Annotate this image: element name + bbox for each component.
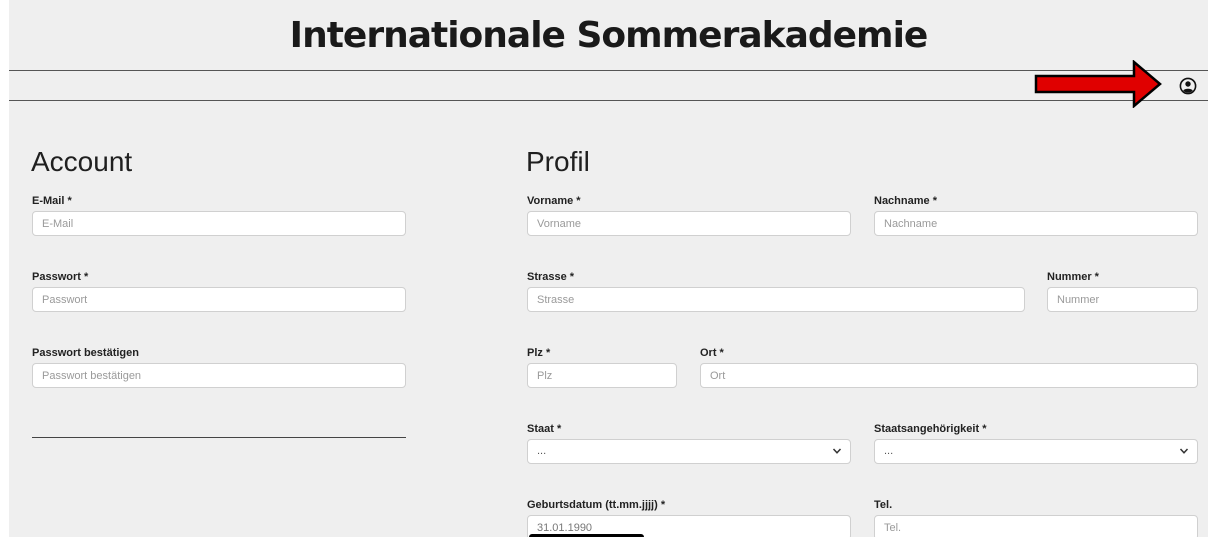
nachname-field[interactable] (874, 211, 1198, 236)
account-heading: Account (31, 146, 133, 177)
header-rule-bottom (9, 100, 1208, 101)
nummer-field[interactable] (1047, 287, 1198, 312)
ort-field[interactable] (700, 363, 1198, 388)
strasse-label: Strasse * (527, 271, 575, 283)
plz-label: Plz * (527, 347, 551, 359)
red-arrow-icon (1034, 60, 1162, 108)
profil-heading: Profil (526, 146, 590, 177)
tel-field[interactable] (874, 515, 1198, 537)
vorname-label: Vorname * (527, 195, 581, 207)
vorname-field[interactable] (527, 211, 851, 236)
password-confirm-label: Passwort bestätigen (32, 347, 139, 359)
account-divider (32, 437, 406, 438)
staat-select-value: ... (537, 445, 547, 457)
user-account-button[interactable] (1179, 77, 1197, 95)
staat-select[interactable]: ... (527, 439, 851, 464)
plz-field[interactable] (527, 363, 677, 388)
strasse-field[interactable] (527, 287, 1025, 312)
staatsangehoerigkeit-label: Staatsangehörigkeit * (874, 423, 987, 435)
page-title: Internationale Sommerakademie (289, 15, 929, 56)
geburtsdatum-label: Geburtsdatum (tt.mm.jjjj) * (527, 499, 666, 511)
staatsangehoerigkeit-select-value: ... (884, 445, 894, 457)
nummer-label: Nummer * (1047, 271, 1099, 283)
user-circle-icon (1179, 77, 1197, 95)
password-confirm-field[interactable] (32, 363, 406, 388)
tel-label: Tel. (874, 499, 893, 511)
staat-label: Staat * (527, 423, 562, 435)
email-label: E-Mail * (32, 195, 72, 207)
ort-label: Ort * (700, 347, 724, 359)
chevron-down-icon (1179, 448, 1189, 454)
nachname-label: Nachname * (874, 195, 937, 207)
email-field[interactable] (32, 211, 406, 236)
header-rule-top (9, 70, 1208, 71)
app-window: Internationale Sommerakademie Account E-… (9, 0, 1208, 537)
staatsangehoerigkeit-select[interactable]: ... (874, 439, 1198, 464)
password-field[interactable] (32, 287, 406, 312)
chevron-down-icon (832, 448, 842, 454)
password-label: Passwort * (32, 271, 89, 283)
